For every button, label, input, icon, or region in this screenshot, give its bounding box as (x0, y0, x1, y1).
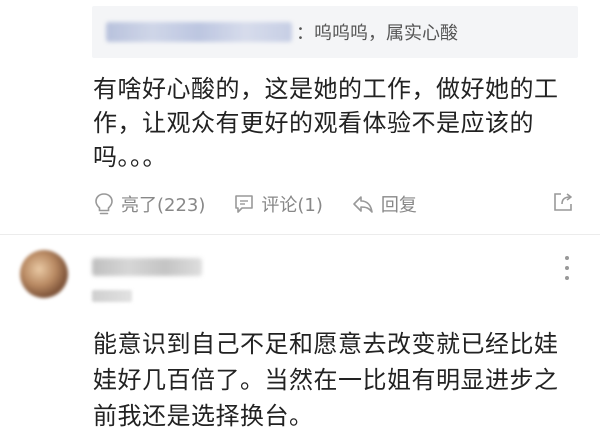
share-icon (554, 193, 572, 211)
more-vertical-icon (565, 256, 569, 260)
reply-arrow-icon (353, 196, 373, 213)
comment-bubble-icon (235, 195, 254, 213)
comment-label: 评论(1) (261, 195, 323, 216)
reply-actions: 亮了(223) 评论(1) 回复 (93, 188, 583, 220)
reply-label: 回复 (380, 195, 417, 216)
more-options-button[interactable] (560, 256, 574, 280)
share-button[interactable] (551, 190, 575, 219)
comment-button[interactable]: 评论(1) (233, 191, 323, 217)
like-label: 亮了(223) (121, 195, 206, 216)
quoted-text: ：呜呜呜，属实心酸 (296, 23, 458, 44)
comment-time-blurred (92, 290, 132, 302)
like-button[interactable]: 亮了(223) (93, 191, 205, 217)
comment-text: 能意识到自己不足和愿意去改变就已经比娃娃好几百倍了。当然在一比姐有明显进步之前我… (93, 330, 559, 430)
reply-text: 有啥好心酸的，这是她的工作，做好她的工作，让观众有更好的观看体验不是应该的吗。。… (93, 75, 559, 171)
username-blurred[interactable] (92, 258, 202, 276)
quoted-comment[interactable]: ：呜呜呜，属实心酸 (92, 6, 578, 58)
quoted-username-blurred (106, 22, 292, 42)
reply-button[interactable]: 回复 (351, 191, 417, 217)
lightbulb-icon (95, 193, 113, 215)
avatar[interactable] (20, 250, 68, 298)
divider (0, 234, 600, 235)
